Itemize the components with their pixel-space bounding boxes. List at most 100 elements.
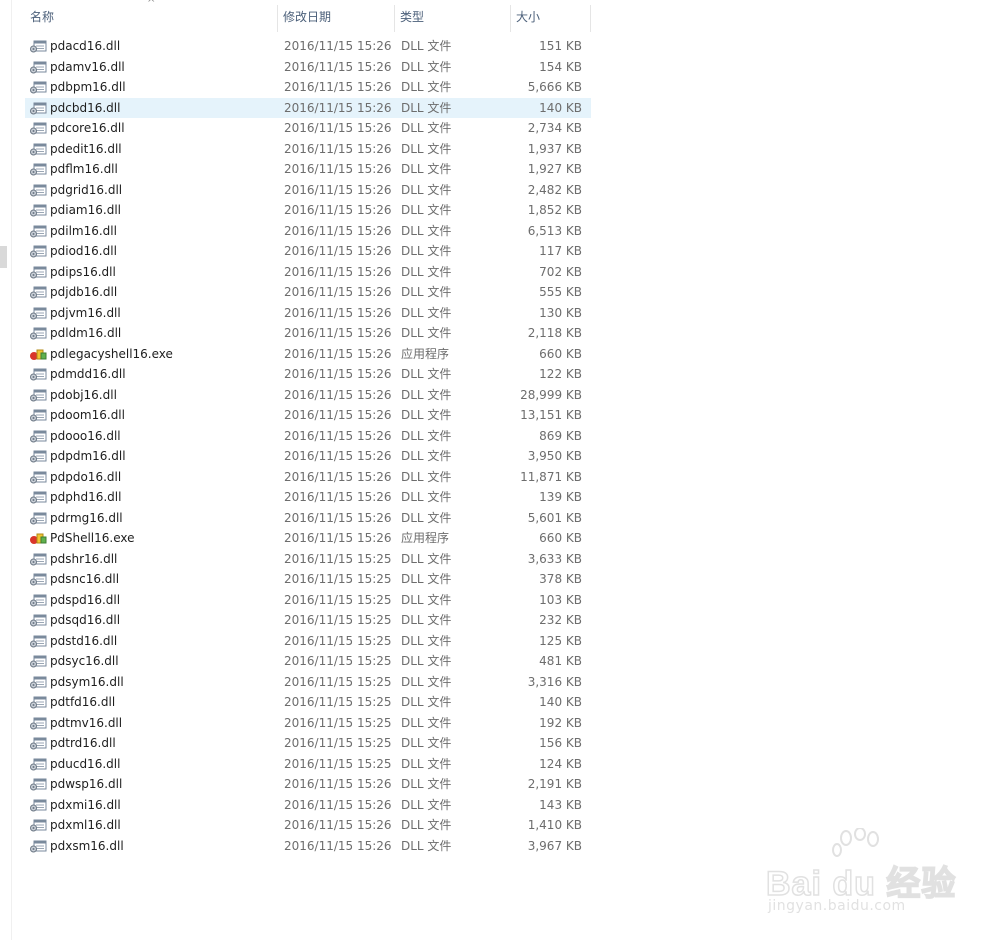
file-row[interactable]: pdoom16.dll 2016/11/15 15:26 DLL 文件 13,151 … (25, 405, 591, 426)
file-row[interactable]: pdbpm16.dll 2016/11/15 15:26 DLL 文件 5,666 K… (25, 77, 591, 98)
file-name: pdxmi16.dll (50, 797, 121, 812)
file-row[interactable]: pdjvm16.dll 2016/11/15 15:26 DLL 文件 130 KB (25, 303, 591, 324)
file-size: 2,734 KB (527, 121, 582, 135)
file-name: pdilm16.dll (50, 223, 117, 238)
dll-file-icon (29, 490, 47, 504)
file-row[interactable]: pdacd16.dll 2016/11/15 15:26 DLL 文件 151 KB (25, 36, 591, 57)
file-row[interactable]: pdflm16.dll 2016/11/15 15:26 DLL 文件 1,927 K… (25, 159, 591, 180)
dll-file-icon (29, 654, 47, 668)
file-row[interactable]: pdcore16.dll 2016/11/15 15:26 DLL 文件 2,734 … (25, 118, 591, 139)
file-modified-date: 2016/11/15 15:26 (284, 326, 392, 340)
file-modified-date: 2016/11/15 15:26 (284, 100, 392, 115)
dll-file-icon (29, 388, 47, 402)
dll-file-icon (29, 121, 47, 135)
column-header-name[interactable]: 名称 (25, 5, 278, 32)
file-row[interactable]: pdxmi16.dll 2016/11/15 15:26 DLL 文件 143 KB (25, 795, 591, 816)
file-row[interactable]: pducd16.dll 2016/11/15 15:25 DLL 文件 124 KB (25, 754, 591, 775)
file-type: DLL 文件 (401, 428, 452, 443)
file-type: DLL 文件 (401, 367, 452, 381)
file-row[interactable]: pdtrd16.dll 2016/11/15 15:25 DLL 文件 156 KB (25, 733, 591, 754)
file-size: 1,852 KB (527, 203, 582, 217)
file-type: DLL 文件 (401, 203, 452, 217)
file-row[interactable]: pdooo16.dll 2016/11/15 15:26 DLL 文件 869 KB (25, 426, 591, 447)
dll-file-icon (29, 326, 47, 340)
baidu-jingyan-watermark: Bai du 经验 jingyan.baidu.com (765, 828, 966, 928)
file-row[interactable]: pdtfd16.dll 2016/11/15 15:25 DLL 文件 140 KB (25, 692, 591, 713)
file-row[interactable]: pdphd16.dll 2016/11/15 15:26 DLL 文件 139 KB (25, 487, 591, 508)
file-type: DLL 文件 (401, 633, 452, 648)
file-row[interactable]: pdshr16.dll 2016/11/15 15:25 DLL 文件 3,633 K… (25, 549, 591, 570)
file-type: DLL 文件 (401, 244, 452, 258)
file-row[interactable]: pdgrid16.dll 2016/11/15 15:26 DLL 文件 2,482 … (25, 180, 591, 201)
file-name: pdcbd16.dll (50, 100, 121, 115)
file-type: DLL 文件 (401, 264, 452, 279)
column-header-type[interactable]: 类型 (395, 5, 511, 32)
file-row[interactable]: pdedit16.dll 2016/11/15 15:26 DLL 文件 1,937 … (25, 139, 591, 160)
column-header-date[interactable]: 修改日期 (278, 5, 395, 32)
file-row[interactable]: pdxsm16.dll 2016/11/15 15:26 DLL 文件 3,967 K… (25, 836, 591, 857)
file-name: pdrmg16.dll (50, 510, 123, 525)
file-row[interactable]: pdpdm16.dll 2016/11/15 15:26 DLL 文件 3,950 K… (25, 446, 591, 467)
file-row[interactable]: pdsym16.dll 2016/11/15 15:25 DLL 文件 3,316 K… (25, 672, 591, 693)
file-row[interactable]: PdShell16.exe 2016/11/15 15:26 应用程序 660 KB (25, 528, 591, 549)
file-name: pdjvm16.dll (50, 305, 121, 320)
file-name: pdiam16.dll (50, 203, 121, 217)
file-row[interactable]: pdldm16.dll 2016/11/15 15:26 DLL 文件 2,118 K… (25, 323, 591, 344)
file-size: 869 KB (539, 428, 582, 443)
file-type: DLL 文件 (401, 121, 452, 135)
file-type: DLL 文件 (401, 613, 452, 627)
file-row[interactable]: pdiam16.dll 2016/11/15 15:26 DLL 文件 1,852 K… (25, 200, 591, 221)
file-row[interactable]: pdlegacyshell16.exe 2016/11/15 15:26 应用程序 6… (25, 344, 591, 365)
file-row[interactable]: pdpdo16.dll 2016/11/15 15:26 DLL 文件 11,871 … (25, 467, 591, 488)
file-modified-date: 2016/11/15 15:26 (284, 59, 392, 74)
file-type: 应用程序 (401, 531, 450, 545)
column-header-size[interactable]: 大小 (511, 5, 591, 32)
file-row[interactable]: pdspd16.dll 2016/11/15 15:25 DLL 文件 103 KB (25, 590, 591, 611)
file-size: 151 KB (539, 39, 582, 53)
file-row[interactable]: pdobj16.dll 2016/11/15 15:26 DLL 文件 28,999 … (25, 385, 591, 406)
file-size: 3,967 KB (527, 838, 582, 853)
file-row[interactable]: pdjdb16.dll 2016/11/15 15:26 DLL 文件 555 KB (25, 282, 591, 303)
file-type: DLL 文件 (401, 223, 452, 238)
file-row[interactable]: pdxml16.dll 2016/11/15 15:26 DLL 文件 1,410 K… (25, 815, 591, 836)
dll-file-icon (29, 552, 47, 566)
file-row[interactable]: pdiod16.dll 2016/11/15 15:26 DLL 文件 117 KB (25, 241, 591, 262)
file-type: DLL 文件 (401, 449, 452, 463)
file-size: 2,118 KB (527, 326, 582, 340)
file-name: pdjdb16.dll (50, 285, 118, 299)
file-row[interactable]: pdamv16.dll 2016/11/15 15:26 DLL 文件 154 KB (25, 57, 591, 78)
file-type: DLL 文件 (401, 80, 452, 94)
file-size: 2,191 KB (527, 777, 582, 791)
file-row[interactable]: pdsqd16.dll 2016/11/15 15:25 DLL 文件 232 KB (25, 610, 591, 631)
file-row[interactable]: pdwsp16.dll 2016/11/15 15:26 DLL 文件 2,191 K… (25, 774, 591, 795)
file-row[interactable]: pdrmg16.dll 2016/11/15 15:26 DLL 文件 5,601 K… (25, 508, 591, 529)
file-row[interactable]: pdmdd16.dll 2016/11/15 15:26 DLL 文件 122 KB (25, 364, 591, 385)
file-modified-date: 2016/11/15 15:26 (284, 777, 392, 791)
file-name: pdedit16.dll (50, 141, 122, 156)
watermark-url: jingyan.baidu.com (768, 898, 906, 914)
dll-file-icon (29, 224, 47, 238)
file-size: 117 KB (539, 244, 582, 258)
file-name: pdflm16.dll (50, 162, 118, 176)
dll-file-icon (29, 470, 47, 484)
dll-file-icon (29, 572, 47, 586)
file-row[interactable]: pdsyc16.dll 2016/11/15 15:25 DLL 文件 481 KB (25, 651, 591, 672)
file-row[interactable]: pdsnc16.dll 2016/11/15 15:25 DLL 文件 378 KB (25, 569, 591, 590)
file-name: pdbpm16.dll (50, 80, 126, 94)
file-size: 11,871 KB (520, 469, 582, 484)
file-row[interactable]: pdcbd16.dll 2016/11/15 15:26 DLL 文件 140 KB (25, 97, 591, 118)
file-size: 660 KB (539, 346, 582, 361)
dll-file-icon (29, 777, 47, 791)
file-row[interactable]: pdstd16.dll 2016/11/15 15:25 DLL 文件 125 KB (25, 631, 591, 652)
file-row[interactable]: pdips16.dll 2016/11/15 15:26 DLL 文件 702 KB (25, 262, 591, 283)
file-size: 3,633 KB (527, 551, 582, 566)
file-type: 应用程序 (401, 346, 450, 361)
file-type: DLL 文件 (401, 408, 452, 422)
file-row[interactable]: pdilm16.dll 2016/11/15 15:26 DLL 文件 6,513 K… (25, 221, 591, 242)
file-type: DLL 文件 (401, 592, 452, 607)
dll-file-icon (29, 162, 47, 176)
file-size: 6,513 KB (527, 223, 582, 238)
splitter-handle[interactable] (0, 246, 7, 268)
file-row[interactable]: pdtmv16.dll 2016/11/15 15:25 DLL 文件 192 KB (25, 713, 591, 734)
file-type: DLL 文件 (401, 182, 452, 197)
